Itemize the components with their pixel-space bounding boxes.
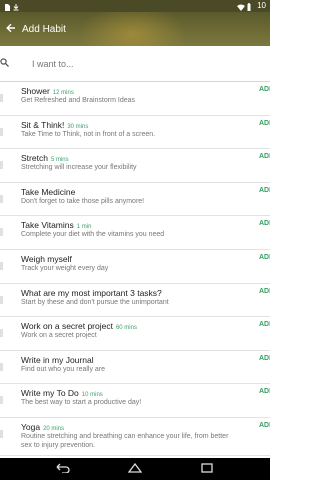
list-item[interactable]: Write my To Do 10 mins The best way to st… <box>0 384 270 418</box>
list-item[interactable]: Weigh myself Track your weight every day… <box>0 250 270 284</box>
status-bar: 10 <box>0 0 270 12</box>
habit-description: Track your weight every day <box>21 264 109 272</box>
habit-duration: 10 mins <box>81 392 103 399</box>
habit-description: Get Refreshed and Brainstorm Ideas <box>21 97 136 104</box>
habit-description: The best way to start a productive day! <box>21 399 142 407</box>
search-input[interactable]: I want to... <box>32 59 74 69</box>
battery-icon <box>247 3 253 11</box>
add-button[interactable]: ADD <box>259 86 270 93</box>
habit-description: Stretching will increase your flexibilit… <box>21 164 137 172</box>
wifi-icon <box>237 3 246 11</box>
habit-description: Don't forget to take those pills anymore… <box>21 197 145 205</box>
search-bar[interactable]: I want to... <box>0 46 270 82</box>
habit-description: Find out who you really are <box>21 365 106 373</box>
app-bar: Add Habit <box>0 12 270 46</box>
habit-name: Write my To Do <box>21 388 79 399</box>
habit-name: Work on a secret project <box>21 321 113 332</box>
list-item[interactable]: Shower 12 mins Get Refreshed and Brainsto… <box>0 82 270 116</box>
habit-name: Yoga <box>21 421 41 432</box>
add-button[interactable]: ADD <box>259 355 270 362</box>
list-item[interactable]: Take Medicine Don't forget to take those… <box>0 183 270 217</box>
list-item[interactable]: Yoga 20 mins Routine stretching and breat… <box>0 418 270 456</box>
habit-duration: 12 mins <box>52 90 74 96</box>
add-button[interactable]: ADD <box>259 220 270 227</box>
habit-duration: 60 mins <box>115 325 137 332</box>
list-item[interactable]: Sit & Think! 30 mins Take Time to Think, … <box>0 116 270 150</box>
habit-duration: 1 min <box>76 224 92 231</box>
habit-name: Sit & Think! <box>21 119 65 130</box>
back-nav-icon <box>56 460 70 478</box>
habit-name: Weigh myself <box>21 253 72 264</box>
add-button[interactable]: ADD <box>259 153 270 160</box>
habit-description: Work on a secret project <box>21 332 97 340</box>
nav-back-button[interactable] <box>56 463 70 475</box>
nav-home-button[interactable] <box>127 460 143 478</box>
add-button[interactable]: ADD <box>259 120 270 127</box>
search-icon <box>0 57 12 70</box>
list-item[interactable]: Stretch 5 mins Stretching will increase y… <box>0 149 270 183</box>
habit-description-line-2: sex to injury prevention. <box>21 441 95 449</box>
habit-name: Shower <box>21 86 50 96</box>
back-button[interactable] <box>0 12 22 46</box>
navigation-bar <box>0 458 270 480</box>
status-time: 10 <box>257 1 266 10</box>
add-button[interactable]: ADD <box>259 321 270 328</box>
add-button[interactable]: ADD <box>259 422 270 429</box>
list-item[interactable]: Take Vitamins 1 min Complete your diet wi… <box>0 216 270 250</box>
habit-duration: 30 mins <box>67 123 89 130</box>
page-title: Add Habit <box>22 23 66 35</box>
list-item[interactable]: What are my most important 3 tasks? Star… <box>0 284 270 318</box>
arrow-left-icon <box>6 20 16 38</box>
list-item[interactable]: Write in my Journal Find out who you rea… <box>0 351 270 385</box>
add-button[interactable]: ADD <box>259 288 270 295</box>
habit-description: Start by these and don't pursue the unim… <box>21 298 169 306</box>
habit-description: Routine stretching and breathing can enh… <box>21 432 229 440</box>
habit-name: Take Vitamins <box>21 220 74 231</box>
habit-name: What are my most important 3 tasks? <box>21 287 162 298</box>
habit-list: Shower 12 mins Get Refreshed and Brainsto… <box>0 82 270 456</box>
habit-description: Complete your diet with the vitamins you… <box>21 231 165 239</box>
recents-icon <box>201 460 213 478</box>
habit-duration: 5 mins <box>50 157 69 164</box>
nav-recents-button[interactable] <box>200 463 214 475</box>
add-button[interactable]: ADD <box>259 254 270 261</box>
add-button[interactable]: ADD <box>259 388 270 395</box>
home-icon <box>127 460 143 478</box>
habit-duration: 20 mins <box>43 425 65 432</box>
habit-name: Take Medicine <box>21 186 76 197</box>
sd-card-icon <box>4 3 10 11</box>
habit-description: Take Time to Think, not in front of a sc… <box>21 130 156 138</box>
list-item[interactable]: Work on a secret project 60 mins Work on … <box>0 317 270 351</box>
habit-name: Stretch <box>21 153 48 164</box>
download-icon <box>13 3 19 11</box>
habit-name: Write in my Journal <box>21 354 94 365</box>
add-button[interactable]: ADD <box>259 187 270 194</box>
